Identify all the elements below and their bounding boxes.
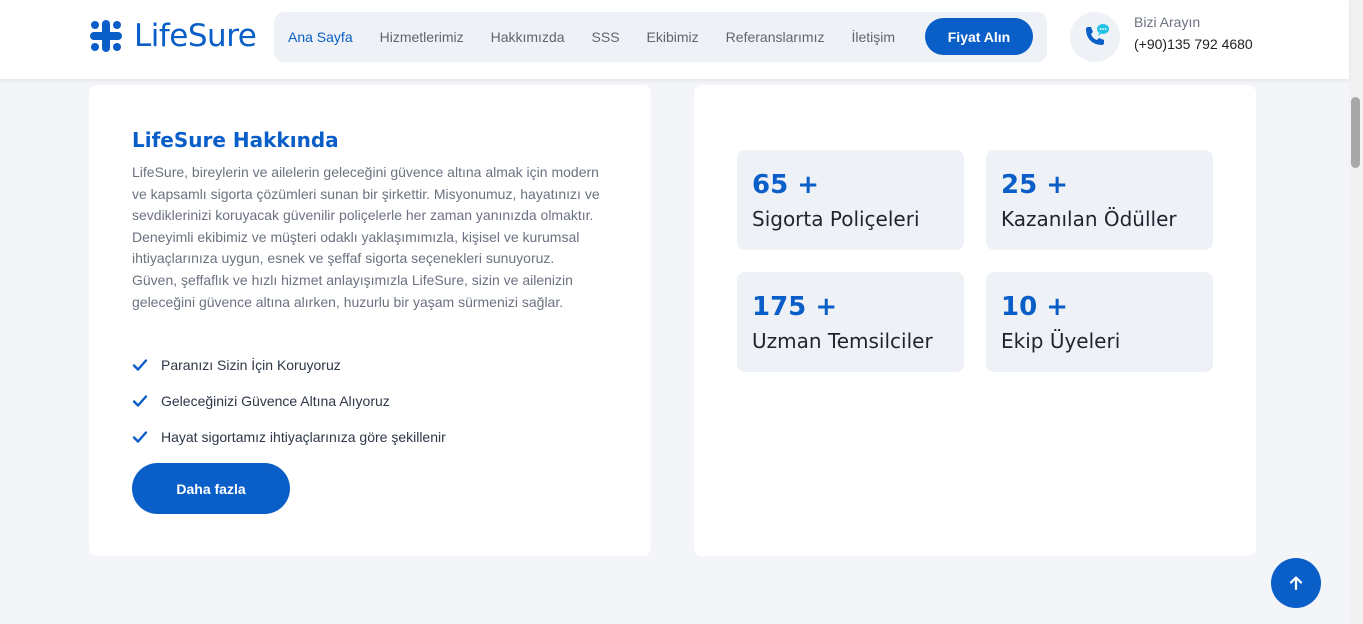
stat-policies: 65 + Sigorta Poliçeleri: [737, 150, 964, 250]
nav-item-contact[interactable]: İletişim: [851, 29, 895, 45]
stat-team: 10 + Ekip Üyeleri: [986, 272, 1213, 372]
phone-chat-icon: [1086, 24, 1109, 45]
cross-dots-icon: [90, 20, 122, 52]
about-card: LifeSure Hakkında LifeSure, bireylerin v…: [89, 85, 651, 556]
stat-awards: 25 + Kazanılan Ödüller: [986, 150, 1213, 250]
feature-checklist: Paranızı Sizin İçin Koruyoruz Geleceğini…: [132, 347, 446, 455]
scrollbar-thumb[interactable]: [1351, 97, 1360, 168]
list-item: Paranızı Sizin İçin Koruyoruz: [132, 347, 446, 383]
site-header: LifeSure Ana Sayfa Hizmetlerimiz Hakkımı…: [0, 0, 1349, 79]
stat-label: Uzman Temsilciler: [752, 329, 933, 353]
nav-item-about[interactable]: Hakkımızda: [491, 29, 565, 45]
check-item-label: Paranızı Sizin İçin Koruyoruz: [161, 357, 341, 373]
stat-label: Sigorta Poliçeleri: [752, 207, 920, 231]
check-icon: [132, 431, 148, 443]
nav-item-references[interactable]: Referanslarımız: [726, 29, 825, 45]
list-item: Geleceğinizi Güvence Altına Alıyoruz: [132, 383, 446, 419]
about-title: LifeSure Hakkında: [132, 128, 339, 152]
page-scrollbar[interactable]: [1349, 0, 1363, 624]
nav-item-faq[interactable]: SSS: [592, 29, 620, 45]
main-nav: Ana Sayfa Hizmetlerimiz Hakkımızda SSS E…: [274, 12, 1047, 62]
check-item-label: Hayat sigortamız ihtiyaçlarınıza göre şe…: [161, 429, 446, 445]
arrow-up-icon: [1289, 576, 1303, 591]
get-quote-button[interactable]: Fiyat Alın: [925, 18, 1033, 55]
nav-item-team[interactable]: Ekibimiz: [647, 29, 699, 45]
back-to-top-button[interactable]: [1271, 558, 1321, 608]
call-label: Bizi Arayın: [1134, 14, 1201, 30]
nav-item-home[interactable]: Ana Sayfa: [288, 29, 353, 45]
logo[interactable]: LifeSure: [88, 18, 257, 54]
check-icon: [132, 359, 148, 371]
phone-button[interactable]: [1070, 12, 1120, 62]
stat-number: 25 +: [1001, 170, 1069, 200]
check-item-label: Geleceğinizi Güvence Altına Alıyoruz: [161, 393, 390, 409]
stat-label: Ekip Üyeleri: [1001, 329, 1121, 353]
stat-number: 10 +: [1001, 292, 1069, 322]
more-button[interactable]: Daha fazla: [132, 463, 290, 514]
stats-card: 65 + Sigorta Poliçeleri 25 + Kazanılan Ö…: [694, 85, 1256, 556]
logo-text: LifeSure: [134, 18, 257, 54]
stat-number: 175 +: [752, 292, 838, 322]
phone-number[interactable]: (+90)135 792 4680: [1134, 36, 1253, 52]
about-text: LifeSure, bireylerin ve ailelerin gelece…: [132, 164, 600, 310]
stat-number: 65 +: [752, 170, 820, 200]
stat-label: Kazanılan Ödüller: [1001, 207, 1177, 231]
stat-agents: 175 + Uzman Temsilciler: [737, 272, 964, 372]
list-item: Hayat sigortamız ihtiyaçlarınıza göre şe…: [132, 419, 446, 455]
check-icon: [132, 395, 148, 407]
nav-item-services[interactable]: Hizmetlerimiz: [380, 29, 464, 45]
